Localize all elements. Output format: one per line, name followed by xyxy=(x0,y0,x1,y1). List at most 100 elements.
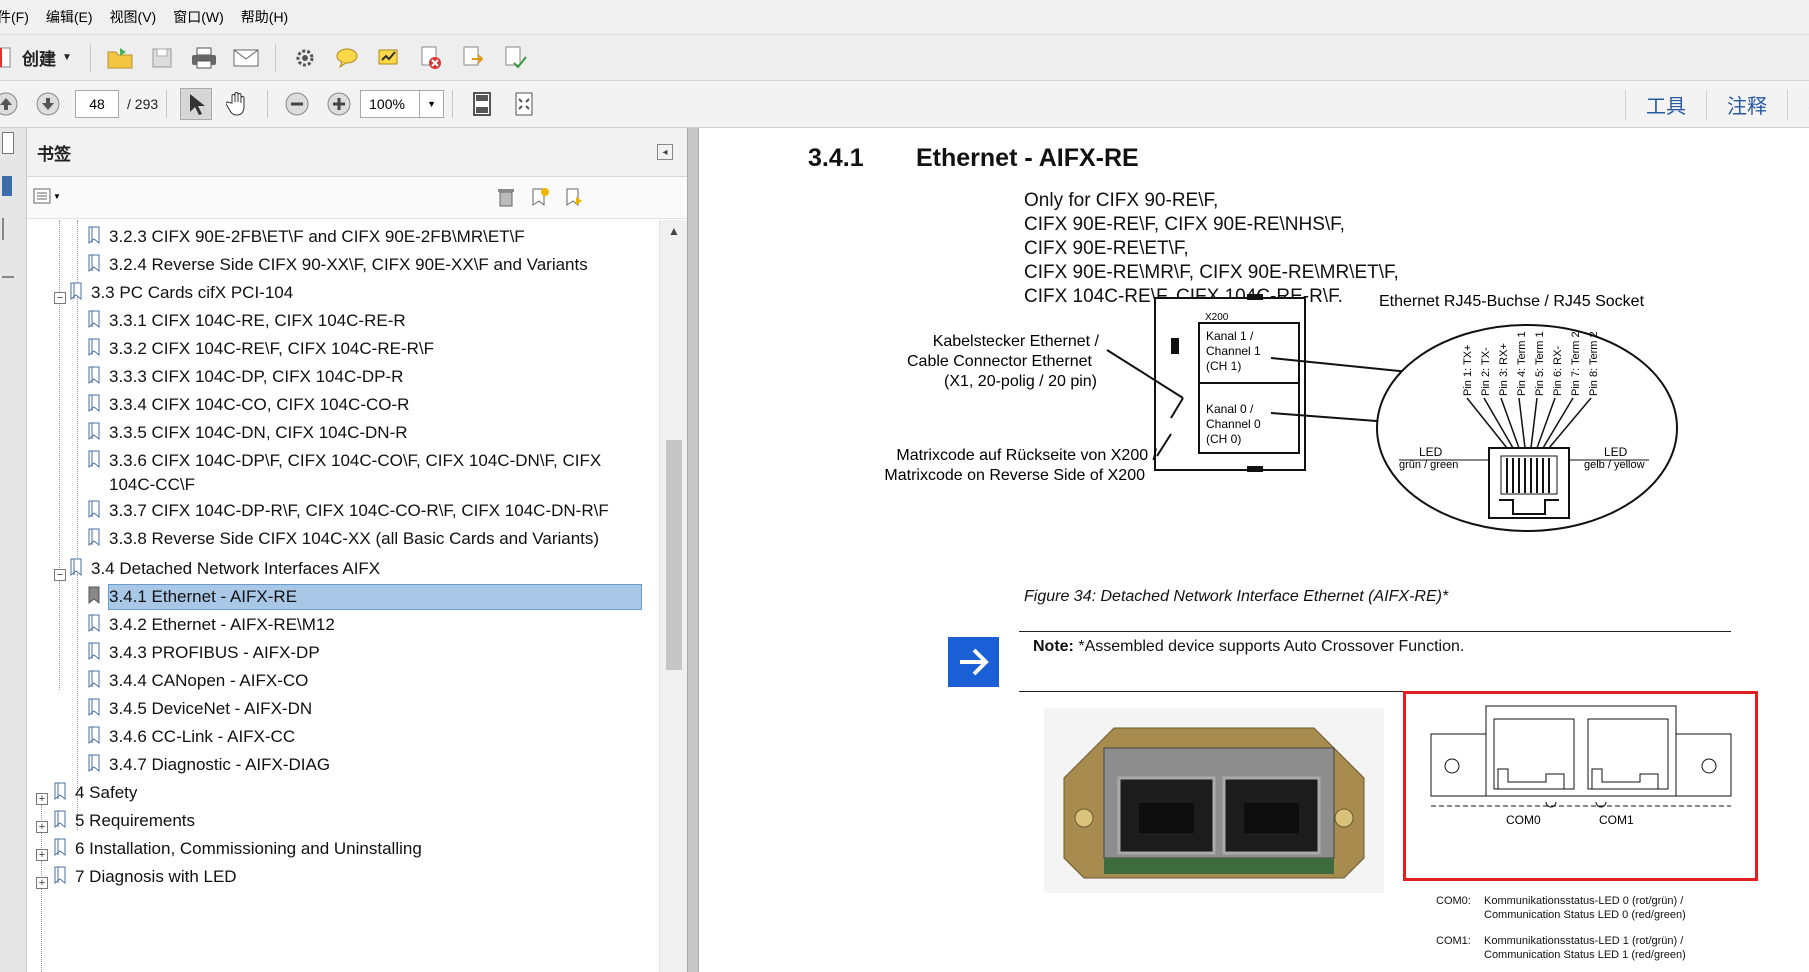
zoom-out-icon[interactable] xyxy=(281,88,313,120)
expand-node-button[interactable]: + xyxy=(36,877,48,889)
bookmark-item[interactable]: 3.3.1 CIFX 104C-RE, CIFX 104C-RE-R xyxy=(85,309,406,337)
bookmark-item[interactable]: 3.3.7 CIFX 104C-DP-R\F, CIFX 104C-CO-R\F… xyxy=(85,499,609,527)
expand-node-button[interactable]: + xyxy=(36,821,48,833)
menu-view[interactable]: 视图(V) xyxy=(109,7,158,27)
bookmark-label: 3.3.2 CIFX 104C-RE\F, CIFX 104C-RE-R\F xyxy=(109,339,434,358)
panel-splitter[interactable] xyxy=(687,128,699,972)
open-folder-icon[interactable] xyxy=(104,42,136,74)
chevron-left-icon: ◂ xyxy=(662,146,668,158)
secure-document-icon[interactable] xyxy=(415,42,447,74)
legend-row: COM1: Kommunikationsstatus-LED 1 (rot/grü… xyxy=(1436,934,1686,962)
bookmark-item[interactable]: 3.2.4 Reverse Side CIFX 90-XX\F, CIFX 90… xyxy=(85,253,588,281)
bookmark-item[interactable]: 3.4.2 Ethernet - AIFX-RE\M12 xyxy=(85,613,335,641)
channel0-line: Channel 0 xyxy=(1206,417,1261,431)
export-document-icon[interactable] xyxy=(457,42,489,74)
bookmark-label: 3.4.7 Diagnostic - AIFX-DIAG xyxy=(109,755,331,774)
device-photo xyxy=(1044,708,1384,893)
bookmark-item[interactable]: 3.4.5 DeviceNet - AIFX-DN xyxy=(85,697,312,725)
tree-guide-line xyxy=(59,220,60,690)
bookmark-properties-icon[interactable] xyxy=(564,187,584,212)
expand-node-button[interactable]: + xyxy=(36,849,48,861)
figure-caption: Figure 34: Detached Network Interface Et… xyxy=(1024,588,1449,605)
attachments-icon[interactable] xyxy=(2,218,12,240)
bookmark-item[interactable]: 3.4.7 Diagnostic - AIFX-DIAG xyxy=(85,753,330,781)
tools-link[interactable]: 工具 xyxy=(1625,89,1706,120)
menu-help[interactable]: 帮助(H) xyxy=(240,7,289,27)
gear-icon[interactable] xyxy=(289,42,321,74)
applicability-line: Only for CIFX 90-RE\F, xyxy=(1024,190,1219,211)
bookmark-label: 3.3.8 Reverse Side CIFX 104C-XX (all Bas… xyxy=(109,529,600,548)
collapse-node-button[interactable]: − xyxy=(54,292,66,304)
bookmark-item[interactable]: 7 Diagnosis with LED xyxy=(51,865,237,893)
review-document-icon[interactable] xyxy=(499,42,531,74)
bookmark-icon xyxy=(88,670,100,689)
interface-diagram: X200 Kanal 1 / Channel 1 (CH 1) Kanal 0 … xyxy=(884,293,1678,532)
collapse-node-button[interactable]: − xyxy=(54,569,66,581)
fit-page-icon[interactable] xyxy=(466,88,498,120)
bookmark-item[interactable]: 3.4.4 CANopen - AIFX-CO xyxy=(85,669,308,697)
bookmark-item[interactable]: 3.4.6 CC-Link - AIFX-CC xyxy=(85,725,295,753)
bookmark-item[interactable]: 3.3.4 CIFX 104C-CO, CIFX 104C-CO-R xyxy=(85,393,409,421)
bookmark-icon xyxy=(54,866,66,885)
menu-window[interactable]: 窗口(W) xyxy=(172,7,225,27)
toolbar-separator xyxy=(274,43,276,72)
bookmark-label: 6 Installation, Commissioning and Uninst… xyxy=(75,839,422,858)
bookmark-icon xyxy=(54,810,66,829)
fit-width-icon[interactable] xyxy=(508,88,540,120)
bookmark-item[interactable]: 3.4.3 PROFIBUS - AIFX-DP xyxy=(85,641,320,669)
bookmark-item[interactable]: 3.4 Detached Network Interfaces AIFX xyxy=(67,557,380,585)
bookmark-item[interactable]: 4 Safety xyxy=(51,781,137,809)
menu-file[interactable]: 件(F) xyxy=(0,7,30,27)
zoom-in-icon[interactable] xyxy=(323,88,355,120)
expand-node-button[interactable]: + xyxy=(36,793,48,805)
delete-bookmark-icon[interactable] xyxy=(497,187,515,212)
select-tool-icon[interactable] xyxy=(180,88,213,120)
print-icon[interactable] xyxy=(188,42,220,74)
pin-label: Pin 2: TX- xyxy=(1480,347,1492,396)
save-icon[interactable] xyxy=(146,42,178,74)
menu-bar: 件(F) 编辑(E) 视图(V) 窗口(W) 帮助(H) xyxy=(0,0,1809,35)
share-link[interactable]: 共 xyxy=(1787,89,1809,120)
page-number-input[interactable]: 48 xyxy=(75,90,119,118)
zoom-input[interactable]: 100% xyxy=(360,90,421,118)
comment-link[interactable]: 注释 xyxy=(1706,89,1787,120)
bookmark-item-selected[interactable]: 3.4.1 Ethernet - AIFX-RE xyxy=(85,584,642,613)
email-icon[interactable] xyxy=(230,42,262,74)
legend-value: Kommunikationsstatus-LED 1 (rot/grün) / C… xyxy=(1484,934,1686,962)
hand-tool-icon[interactable] xyxy=(222,88,254,120)
signatures-icon[interactable] xyxy=(2,266,14,278)
led-right-label: gelb / yellow xyxy=(1584,459,1645,471)
sign-icon[interactable] xyxy=(373,42,405,74)
bookmark-item[interactable]: 3.3.6 CIFX 104C-DP\F, CIFX 104C-CO\F, CI… xyxy=(85,449,601,499)
bookmark-item[interactable]: 3.3.5 CIFX 104C-DN, CIFX 104C-DN-R xyxy=(85,421,408,449)
chevron-up-icon[interactable]: ▲ xyxy=(668,224,680,238)
bookmark-icon xyxy=(88,310,100,329)
bookmark-item[interactable]: 3.3.8 Reverse Side CIFX 104C-XX (all Bas… xyxy=(85,527,599,555)
bookmark-item[interactable]: 3.3 PC Cards cifX PCI-104 xyxy=(67,281,293,309)
zoom-dropdown[interactable]: ▼ xyxy=(420,90,445,118)
bookmarks-scrollbar[interactable]: ▲ xyxy=(659,220,687,972)
menu-edit[interactable]: 编辑(E) xyxy=(45,7,94,27)
bookmark-item[interactable]: 3.2.3 CIFX 90E-2FB\ET\F and CIFX 90E-2FB… xyxy=(85,225,525,253)
bookmarks-icon[interactable] xyxy=(2,176,12,196)
bookmark-item[interactable]: 3.3.3 CIFX 104C-DP, CIFX 104C-DP-R xyxy=(85,365,403,393)
navigation-toolbar: 48 / 293 100% ▼ 工具 注释 共 xyxy=(0,81,1809,128)
bookmark-item[interactable]: 5 Requirements xyxy=(51,809,195,837)
bookmark-item[interactable]: 3.3.2 CIFX 104C-RE\F, CIFX 104C-RE-R\F xyxy=(85,337,434,365)
pages-icon[interactable] xyxy=(2,132,14,154)
bookmark-icon xyxy=(88,226,100,245)
bookmark-item[interactable]: 6 Installation, Commissioning and Uninst… xyxy=(51,837,422,865)
legend-row: COM0: Kommunikationsstatus-LED 0 (rot/grü… xyxy=(1436,894,1686,922)
bookmarks-panel: 书签 ◂ ▼ − − + + + + 3.2.3 CIFX 90E-2FB\ET… xyxy=(27,128,687,972)
previous-page-icon[interactable] xyxy=(0,88,22,120)
main-toolbar: 创建 ▼ xyxy=(0,35,1809,81)
scrollbar-thumb[interactable] xyxy=(666,440,682,670)
options-menu-icon[interactable]: ▼ xyxy=(33,188,61,204)
matrix-label-line: Matrixcode auf Rückseite von X200 / xyxy=(896,447,1157,464)
next-page-icon[interactable] xyxy=(32,88,64,120)
comment-icon[interactable] xyxy=(331,42,363,74)
new-bookmark-icon[interactable] xyxy=(530,187,550,212)
pin-label: Pin 5: Term 1 xyxy=(1534,331,1546,396)
create-button[interactable]: 创建 ▼ xyxy=(0,45,72,70)
collapse-panel-button[interactable]: ◂ xyxy=(657,144,673,160)
